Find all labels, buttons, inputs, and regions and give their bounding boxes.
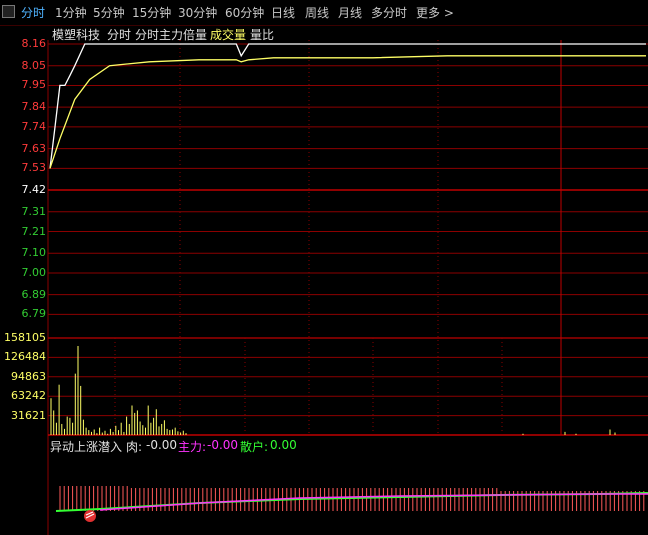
price-tick-label: 7.21 bbox=[21, 224, 47, 238]
price-tick-label: 6.79 bbox=[21, 307, 47, 321]
price-lines bbox=[49, 43, 646, 169]
price-tick-label: 8.16 bbox=[21, 37, 47, 50]
price-tick-label: 7.31 bbox=[21, 204, 47, 218]
volume-legend: 成交量 bbox=[210, 28, 247, 42]
average-line bbox=[49, 55, 646, 169]
volume-tick-label: 126484 bbox=[4, 350, 46, 364]
main-force-label: 主力: bbox=[178, 440, 207, 454]
volume-tick-label: 158105 bbox=[4, 331, 46, 344]
indicator-name: 异动上涨潜入 bbox=[50, 440, 123, 454]
price-tick-label: 7.42 bbox=[21, 183, 47, 197]
main-force-value: -0.00 bbox=[207, 438, 239, 452]
price-tick-label: 7.95 bbox=[21, 78, 47, 92]
volume-tick-label: 63242 bbox=[11, 389, 46, 403]
price-tick-label: 7.84 bbox=[21, 100, 47, 114]
retail-line bbox=[55, 492, 648, 512]
price-tick-label: 7.53 bbox=[21, 161, 47, 175]
volume-bars bbox=[50, 346, 616, 435]
price-tick-label: 7.00 bbox=[21, 265, 47, 279]
indicator-bars bbox=[55, 486, 648, 512]
meat-label: 肉: bbox=[126, 440, 143, 454]
multiplier-label: 分时主力倍量 bbox=[135, 28, 208, 42]
volume-tick-label: 94863 bbox=[11, 369, 46, 383]
mode-label: 分时 bbox=[107, 28, 132, 42]
price-tick-label: 7.74 bbox=[21, 119, 47, 133]
price-tick-label: 6.89 bbox=[21, 287, 47, 301]
chart-grid bbox=[47, 40, 648, 535]
meat-value: -0.00 bbox=[146, 438, 178, 452]
volume-tick-label: 31621 bbox=[11, 408, 46, 422]
price-tick-label: 8.05 bbox=[21, 58, 47, 72]
price-tick-label: 7.63 bbox=[21, 141, 47, 155]
retail-label: 散户: bbox=[240, 440, 269, 454]
retail-value: 0.00 bbox=[270, 438, 297, 452]
stock-name: 模塑科技 bbox=[52, 28, 101, 42]
ratio-legend: 量比 bbox=[250, 28, 275, 42]
price-tick-label: 7.10 bbox=[21, 246, 47, 260]
